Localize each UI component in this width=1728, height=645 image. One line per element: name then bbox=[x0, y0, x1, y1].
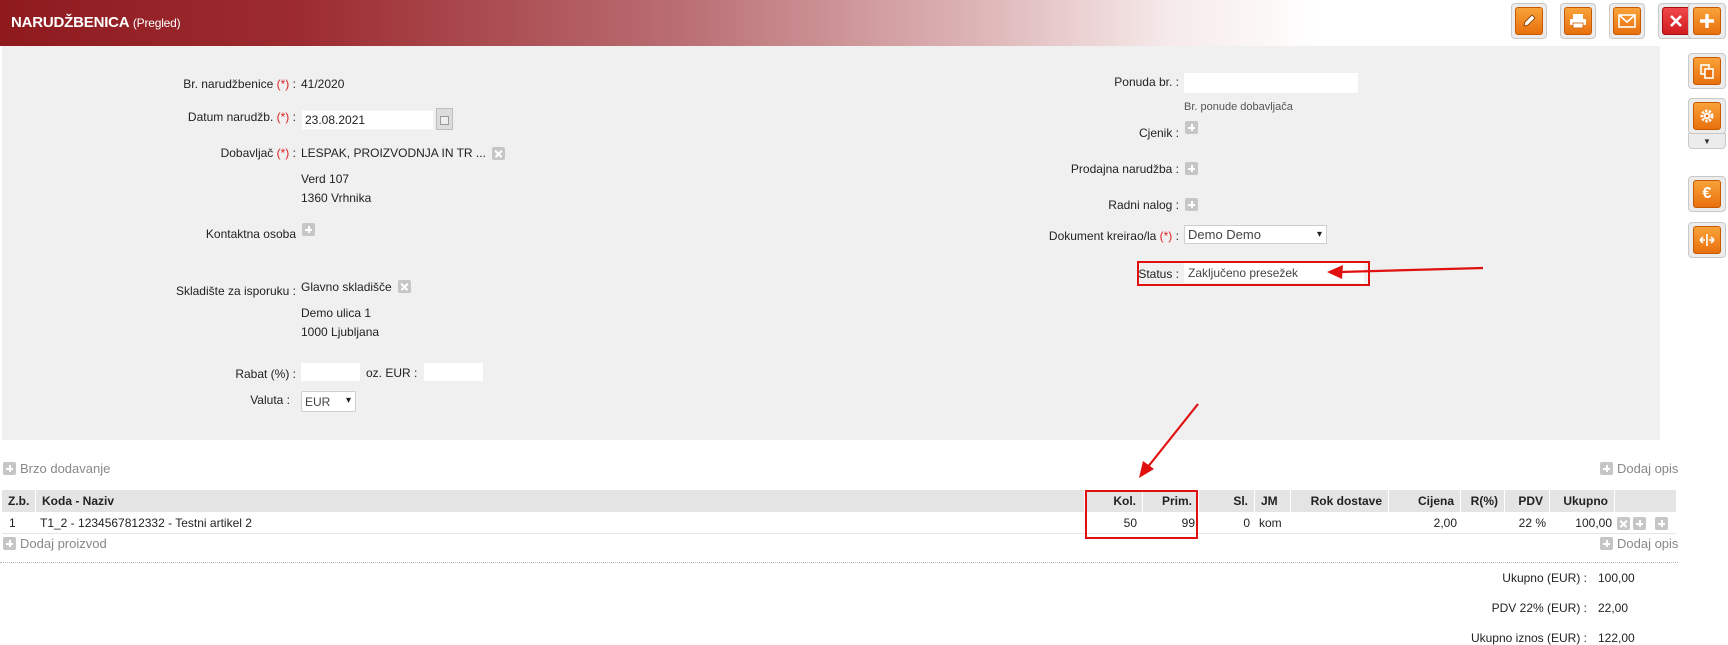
email-button[interactable] bbox=[1609, 3, 1645, 39]
discount-eur-label: oz. EUR : bbox=[366, 366, 418, 380]
supplier-name[interactable]: LESPAK, PROIZVODNJA IN TR ... bbox=[301, 146, 486, 160]
add-contact-icon[interactable] bbox=[302, 223, 315, 236]
copy-icon bbox=[1700, 64, 1714, 79]
delete-row-icon[interactable] bbox=[1617, 517, 1630, 530]
discount-label: Rabat (%) : bbox=[235, 367, 296, 381]
offer-label: Ponuda br. : bbox=[1114, 75, 1179, 89]
euro-icon: € bbox=[1702, 185, 1712, 202]
copy-button[interactable] bbox=[1688, 53, 1726, 89]
move-row-icon[interactable] bbox=[1633, 517, 1646, 530]
sales-order-label: Prodajna narudžba : bbox=[1070, 162, 1179, 176]
add-product-link[interactable]: Dodaj proizvod bbox=[20, 536, 107, 551]
order-no-value: 41/2020 bbox=[301, 77, 345, 91]
column-header[interactable]: Ukupno bbox=[1550, 490, 1615, 512]
created-by-label: Dokument kreirao/la (*) : bbox=[1048, 229, 1179, 243]
vat-total-label: PDV 22% (EUR) : bbox=[1491, 601, 1587, 615]
add-sales-order-icon[interactable] bbox=[1185, 162, 1198, 175]
add-description-icon[interactable] bbox=[1600, 462, 1613, 475]
date-input[interactable]: 23.08.2021 bbox=[301, 110, 434, 130]
chevron-down-icon: ▾ bbox=[345, 395, 351, 406]
quick-add-link[interactable]: Brzo dodavanje bbox=[20, 461, 110, 476]
page-subtitle: (Pregled) bbox=[132, 16, 181, 30]
gear-icon bbox=[1700, 109, 1714, 123]
row-number: 1 bbox=[9, 516, 16, 530]
vat-total-value: 22,00 bbox=[1598, 601, 1629, 615]
column-header[interactable]: Sl. bbox=[1199, 490, 1255, 512]
settings-dropdown-button[interactable]: ▼ bbox=[1688, 133, 1726, 149]
page-title: NARUDŽBENICA (Pregled) bbox=[11, 14, 181, 31]
expand-row-icon[interactable] bbox=[1655, 517, 1668, 530]
row-vat: 22 % bbox=[1518, 516, 1546, 530]
row-name: T1_2 - 1234567812332 - Testni artikel 2 bbox=[40, 516, 252, 530]
column-header[interactable]: Cijena bbox=[1389, 490, 1461, 512]
grand-total-value: 122,00 bbox=[1598, 631, 1635, 645]
row-sl: 0 bbox=[1243, 516, 1250, 530]
order-no-label: Br. narudžbenice (*) : bbox=[183, 77, 296, 91]
column-header[interactable]: PDV bbox=[1505, 490, 1550, 512]
supplier-street: Verd 107 bbox=[301, 172, 350, 186]
add-description-bottom-link[interactable]: Dodaj opis bbox=[1617, 536, 1678, 551]
offer-input[interactable] bbox=[1184, 73, 1358, 93]
edit-button[interactable] bbox=[1511, 3, 1547, 39]
column-header[interactable]: Rok dostave bbox=[1291, 490, 1389, 512]
date-label: Datum narudžb. (*) : bbox=[187, 110, 296, 124]
status-highlight-box bbox=[1137, 261, 1370, 286]
discount-percent-input[interactable] bbox=[301, 363, 360, 381]
remove-warehouse-icon[interactable] bbox=[398, 280, 411, 293]
add-pricelist-icon[interactable] bbox=[1185, 121, 1198, 134]
grand-total-label: Ukupno iznos (EUR) : bbox=[1470, 631, 1587, 645]
quantity-highlight-box bbox=[1085, 490, 1198, 539]
row-unit: kom bbox=[1259, 516, 1282, 530]
calendar-icon[interactable] bbox=[436, 108, 453, 130]
add-description-bottom-icon[interactable] bbox=[1600, 537, 1613, 550]
currency-label: Valuta : bbox=[250, 393, 290, 407]
column-header[interactable]: R(%) bbox=[1461, 490, 1505, 512]
add-product-icon[interactable] bbox=[3, 537, 16, 550]
row-total: 100,00 bbox=[1575, 516, 1612, 530]
caret-down-icon: ▼ bbox=[1703, 136, 1711, 146]
split-icon bbox=[1699, 234, 1715, 246]
row-discount bbox=[1461, 512, 1501, 534]
row-price: 2,00 bbox=[1433, 516, 1457, 530]
created-by-select[interactable]: Demo Demo ▾ bbox=[1184, 225, 1327, 244]
row-delivery bbox=[1290, 512, 1382, 534]
add-button[interactable] bbox=[1688, 3, 1726, 39]
contact-label: Kontaktna osoba bbox=[205, 227, 296, 241]
row-divider bbox=[2, 533, 1676, 534]
currency-select[interactable]: EUR ▾ bbox=[301, 391, 356, 412]
add-description-link[interactable]: Dodaj opis bbox=[1617, 461, 1678, 476]
printer-icon bbox=[1570, 14, 1586, 29]
warehouse-city: 1000 Ljubljana bbox=[301, 325, 380, 339]
plus-icon bbox=[1700, 14, 1714, 28]
supplier-city: 1360 Vrhnika bbox=[301, 191, 372, 205]
column-header[interactable]: Z.b. bbox=[2, 490, 36, 512]
remove-supplier-icon[interactable] bbox=[492, 147, 505, 160]
envelope-icon bbox=[1618, 14, 1636, 28]
warehouse-label: Skladište za isporuku : bbox=[175, 284, 296, 298]
work-order-label: Radni nalog : bbox=[1108, 198, 1179, 212]
pencil-icon bbox=[1523, 14, 1536, 27]
offer-hint: Br. ponude dobavljača bbox=[1184, 101, 1293, 113]
warehouse-street: Demo ulica 1 bbox=[301, 306, 372, 320]
warehouse-name[interactable]: Glavno skladišče bbox=[301, 280, 392, 294]
currency-button[interactable]: € bbox=[1688, 176, 1726, 212]
quick-add-icon[interactable] bbox=[3, 462, 16, 475]
totals-divider bbox=[0, 562, 1678, 563]
subtotal-value: 100,00 bbox=[1598, 571, 1635, 585]
subtotal-label: Ukupno (EUR) : bbox=[1502, 571, 1587, 585]
discount-eur-input[interactable] bbox=[424, 363, 483, 381]
settings-button[interactable] bbox=[1688, 98, 1726, 134]
column-header[interactable]: Koda - Naziv bbox=[36, 490, 1085, 512]
print-button[interactable] bbox=[1560, 3, 1596, 39]
pricelist-label: Cjenik : bbox=[1138, 126, 1179, 140]
chevron-down-icon: ▾ bbox=[1316, 229, 1322, 240]
split-button[interactable] bbox=[1688, 222, 1726, 258]
items-table-header: Z.b. Koda - Naziv Kol. Prim. Sl. JM Rok … bbox=[2, 490, 1676, 512]
add-work-order-icon[interactable] bbox=[1185, 198, 1198, 211]
page-header: NARUDŽBENICA (Pregled) bbox=[0, 0, 1500, 46]
supplier-label: Dobavljač (*) : bbox=[220, 146, 296, 160]
close-icon bbox=[1670, 15, 1682, 27]
column-header[interactable]: JM bbox=[1255, 490, 1291, 512]
